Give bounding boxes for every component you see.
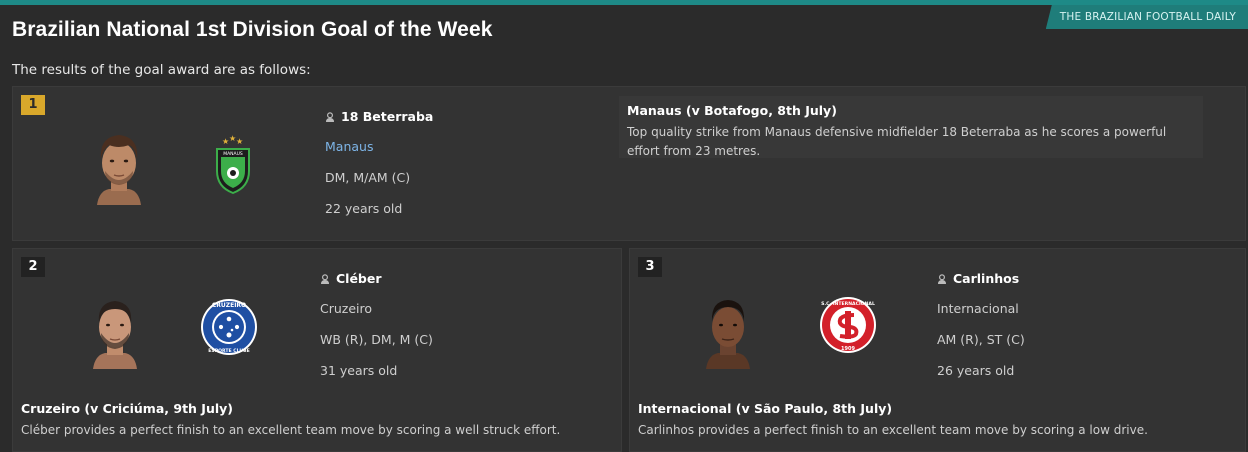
- source-tag: THE BRAZILIAN FOOTBALL DAILY: [1045, 5, 1248, 29]
- rank-badge: 1: [21, 95, 45, 115]
- rank-badge: 2: [21, 257, 45, 277]
- match-info: Internacional (v São Paulo, 8th July) Ca…: [638, 401, 1234, 440]
- player-face-cleber[interactable]: [85, 291, 145, 369]
- player-name-label: 18 Beterraba: [341, 109, 434, 124]
- club-crest-cruzeiro[interactable]: CRUZEIRO ESPORTE CLUBE: [199, 297, 259, 357]
- player-name[interactable]: Carlinhos: [937, 271, 1019, 286]
- svg-text:★: ★: [236, 137, 243, 146]
- top-accent-bar: [0, 0, 1248, 5]
- person-icon: [938, 273, 946, 284]
- rank-badge: 3: [638, 257, 662, 277]
- goal-description: Cléber provides a perfect finish to an e…: [21, 423, 561, 437]
- player-face-carlinhos[interactable]: [698, 291, 758, 369]
- player-face-beterraba[interactable]: [89, 125, 149, 205]
- player-age: 31 years old: [320, 363, 398, 378]
- match-info: Cruzeiro (v Criciúma, 9th July) Cléber p…: [21, 401, 611, 440]
- crest-year: 1909: [841, 346, 855, 352]
- player-positions: DM, M/AM (C): [325, 170, 411, 185]
- match-title[interactable]: Manaus (v Botafogo, 8th July): [627, 103, 1195, 118]
- person-icon: [321, 273, 329, 284]
- player-positions: AM (R), ST (C): [937, 332, 1025, 347]
- player-club[interactable]: Internacional: [937, 301, 1019, 316]
- club-crest-manaus[interactable]: ★ ★ ★ MANAUS: [213, 135, 253, 195]
- award-card-2: 2 CRUZEIRO ESPORTE CLUBE Cléber Cruzeiro…: [12, 248, 622, 452]
- person-icon: [326, 111, 334, 122]
- award-card-3: 3 S.C. INTERNACIONAL 1909 Carlinhos Inte…: [629, 248, 1246, 452]
- player-club[interactable]: Cruzeiro: [320, 301, 372, 316]
- crest-text: CRUZEIRO: [212, 302, 246, 309]
- goal-description: Top quality strike from Manaus defensive…: [627, 125, 1167, 158]
- player-club-link[interactable]: Manaus: [325, 139, 373, 154]
- player-age: 22 years old: [325, 201, 403, 216]
- player-name-label: Carlinhos: [953, 271, 1020, 286]
- crest-text: ESPORTE CLUBE: [208, 348, 249, 354]
- intro-text: The results of the goal award are as fol…: [12, 62, 311, 78]
- club-crest-internacional[interactable]: S.C. INTERNACIONAL 1909: [818, 295, 878, 355]
- player-age: 26 years old: [937, 363, 1015, 378]
- player-name-label: Cléber: [336, 271, 382, 286]
- crest-text: MANAUS: [223, 151, 243, 157]
- player-positions: WB (R), DM, M (C): [320, 332, 433, 347]
- award-card-1: 1 ★ ★ ★ MANAUS 18 Beterraba Manaus DM, M…: [12, 86, 1246, 241]
- crest-text: S.C. INTERNACIONAL: [821, 301, 875, 307]
- page-title: Brazilian National 1st Division Goal of …: [12, 18, 493, 41]
- match-title[interactable]: Internacional (v São Paulo, 8th July): [638, 401, 1234, 416]
- match-info-box: Manaus (v Botafogo, 8th July) Top qualit…: [619, 96, 1203, 158]
- match-title[interactable]: Cruzeiro (v Criciúma, 9th July): [21, 401, 611, 416]
- goal-description: Carlinhos provides a perfect finish to a…: [638, 423, 1148, 437]
- player-name[interactable]: Cléber: [320, 271, 382, 286]
- player-name[interactable]: 18 Beterraba: [325, 109, 433, 124]
